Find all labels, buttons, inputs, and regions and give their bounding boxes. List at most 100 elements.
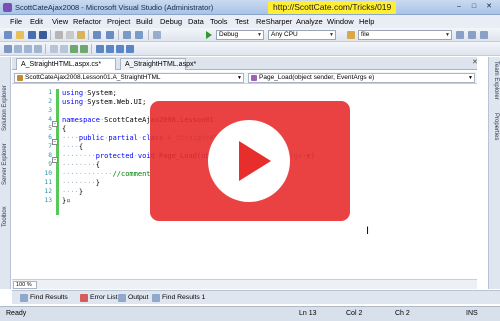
- toolbar-separator: [45, 44, 46, 54]
- save-icon[interactable]: [28, 31, 36, 39]
- solution-explorer-tab[interactable]: Solution Explorer: [2, 85, 8, 131]
- parameter-info-icon[interactable]: [24, 45, 32, 53]
- menu-build[interactable]: Build: [136, 17, 153, 26]
- next-bookmark-icon[interactable]: [116, 45, 124, 53]
- right-dock-panel: Team Explorer Properties: [488, 57, 500, 289]
- editor-horizontal-scrollbar[interactable]: 100 %: [12, 279, 477, 289]
- class-combo[interactable]: ScottCateAjax2008.Lesson01.A_StraightHTM…: [14, 73, 244, 83]
- play-button[interactable]: [208, 120, 290, 202]
- menu-data[interactable]: Data: [188, 17, 204, 26]
- collapse-namespace-icon[interactable]: −: [52, 121, 58, 127]
- comment-selection-icon[interactable]: [70, 45, 78, 53]
- configuration-combo[interactable]: Debug ▼: [216, 30, 264, 40]
- tab-a-straighthtml-aspx[interactable]: A_StraightHTML.aspx*: [120, 58, 196, 70]
- close-window-button[interactable]: ✕: [482, 2, 496, 12]
- comment-icon[interactable]: [153, 31, 161, 39]
- menu-refactor[interactable]: Refactor: [73, 17, 101, 26]
- menu-file[interactable]: File: [10, 17, 22, 26]
- save-all-icon[interactable]: [39, 31, 47, 39]
- class-icon: [17, 75, 23, 81]
- menu-debug[interactable]: Debug: [160, 17, 182, 26]
- window-title: ScottCateAjax2008 - Microsoft Visual Stu…: [15, 3, 214, 12]
- code-token: ¤: [66, 197, 71, 205]
- tab-find-results[interactable]: Find Results: [20, 293, 68, 303]
- undo-icon[interactable]: [93, 31, 101, 39]
- status-line: Ln 13: [299, 310, 317, 317]
- zoom-combo[interactable]: 100 %: [13, 281, 37, 289]
- code-line: using·System;: [62, 89, 117, 97]
- line-number: 9: [48, 161, 52, 168]
- properties-icon[interactable]: [468, 31, 476, 39]
- ibeam-cursor-icon: I: [366, 225, 370, 237]
- line-number: 3: [48, 107, 52, 114]
- tab-error-list-label: Error List: [90, 294, 118, 301]
- toolbar-separator: [148, 30, 149, 40]
- previous-bookmark-icon[interactable]: [106, 45, 114, 53]
- minimize-button[interactable]: ‒: [452, 2, 466, 12]
- server-explorer-tab[interactable]: Server Explorer: [2, 143, 8, 185]
- quick-info-icon[interactable]: [34, 45, 42, 53]
- menu-help[interactable]: Help: [359, 17, 374, 26]
- copy-icon[interactable]: [66, 31, 74, 39]
- method-icon: [251, 75, 257, 81]
- redo-icon[interactable]: [106, 31, 114, 39]
- menu-project[interactable]: Project: [107, 17, 130, 26]
- platform-value: Any CPU: [271, 31, 298, 38]
- close-icon[interactable]: ✕: [472, 58, 478, 66]
- tab-output[interactable]: Output: [118, 293, 148, 303]
- find-combo[interactable]: file ▼: [358, 30, 452, 40]
- tab-find-results-1-label: Find Results 1: [162, 294, 206, 301]
- code-token: public: [78, 134, 105, 142]
- tab-find-results-1[interactable]: Find Results 1: [152, 293, 205, 303]
- toolbox-tab[interactable]: Toolbox: [2, 206, 8, 227]
- menu-edit[interactable]: Edit: [30, 17, 43, 26]
- clear-bookmarks-icon[interactable]: [126, 45, 134, 53]
- menu-window[interactable]: Window: [327, 17, 354, 26]
- tab-error-list[interactable]: Error List: [80, 293, 118, 303]
- code-token: using: [62, 98, 84, 106]
- member-combo[interactable]: Page_Load(object sender, EventArgs e) ▼: [248, 73, 475, 83]
- platform-combo[interactable]: Any CPU ▼: [268, 30, 336, 40]
- tab-a-straighthtml-aspx-cs[interactable]: A_StraightHTML.aspx.cs*: [16, 58, 116, 70]
- navigate-back-icon[interactable]: [123, 31, 131, 39]
- menu-test[interactable]: Test: [235, 17, 249, 26]
- toolbox-icon[interactable]: [480, 31, 488, 39]
- new-project-icon[interactable]: [4, 31, 12, 39]
- bookmark-icon[interactable]: [96, 45, 104, 53]
- menu-analyze[interactable]: Analyze: [296, 17, 323, 26]
- code-line: using·System.Web.UI;: [62, 98, 146, 106]
- properties-tab[interactable]: Properties: [493, 113, 499, 140]
- navigate-forward-icon[interactable]: [135, 31, 143, 39]
- maximize-button[interactable]: □: [467, 2, 481, 12]
- menu-view[interactable]: View: [52, 17, 68, 26]
- increase-indent-icon[interactable]: [60, 45, 68, 53]
- code-token: using: [62, 89, 84, 97]
- menu-resharper[interactable]: ReSharper: [256, 17, 292, 26]
- collapse-method-icon[interactable]: −: [52, 157, 58, 163]
- uncomment-selection-icon[interactable]: [80, 45, 88, 53]
- collapse-class-icon[interactable]: −: [52, 139, 58, 145]
- find-value: file: [361, 31, 370, 38]
- code-line: }¤: [62, 197, 70, 205]
- toolbar-separator: [91, 44, 92, 54]
- solution-explorer-icon[interactable]: [456, 31, 464, 39]
- refactor-icon[interactable]: [4, 45, 12, 53]
- start-debugging-icon[interactable]: [206, 31, 212, 39]
- menu-tools[interactable]: Tools: [210, 17, 228, 26]
- team-explorer-tab[interactable]: Team Explorer: [493, 61, 499, 100]
- decrease-indent-icon[interactable]: [50, 45, 58, 53]
- find-in-files-icon[interactable]: [347, 31, 355, 39]
- line-number: 1: [48, 89, 52, 96]
- video-play-overlay[interactable]: [150, 101, 350, 221]
- left-dock-panel: Solution Explorer Server Explorer Toolbo…: [0, 57, 11, 289]
- chevron-down-icon: ▼: [329, 32, 334, 38]
- paste-icon[interactable]: [77, 31, 85, 39]
- open-file-icon[interactable]: [16, 31, 24, 39]
- cut-icon[interactable]: [55, 31, 63, 39]
- code-token: ····: [62, 134, 79, 142]
- member-list-icon[interactable]: [14, 45, 22, 53]
- find-results-icon: [152, 294, 160, 302]
- code-line: ············//comment: [62, 170, 151, 178]
- toolbar-separator: [118, 30, 119, 40]
- code-token: }: [95, 179, 100, 187]
